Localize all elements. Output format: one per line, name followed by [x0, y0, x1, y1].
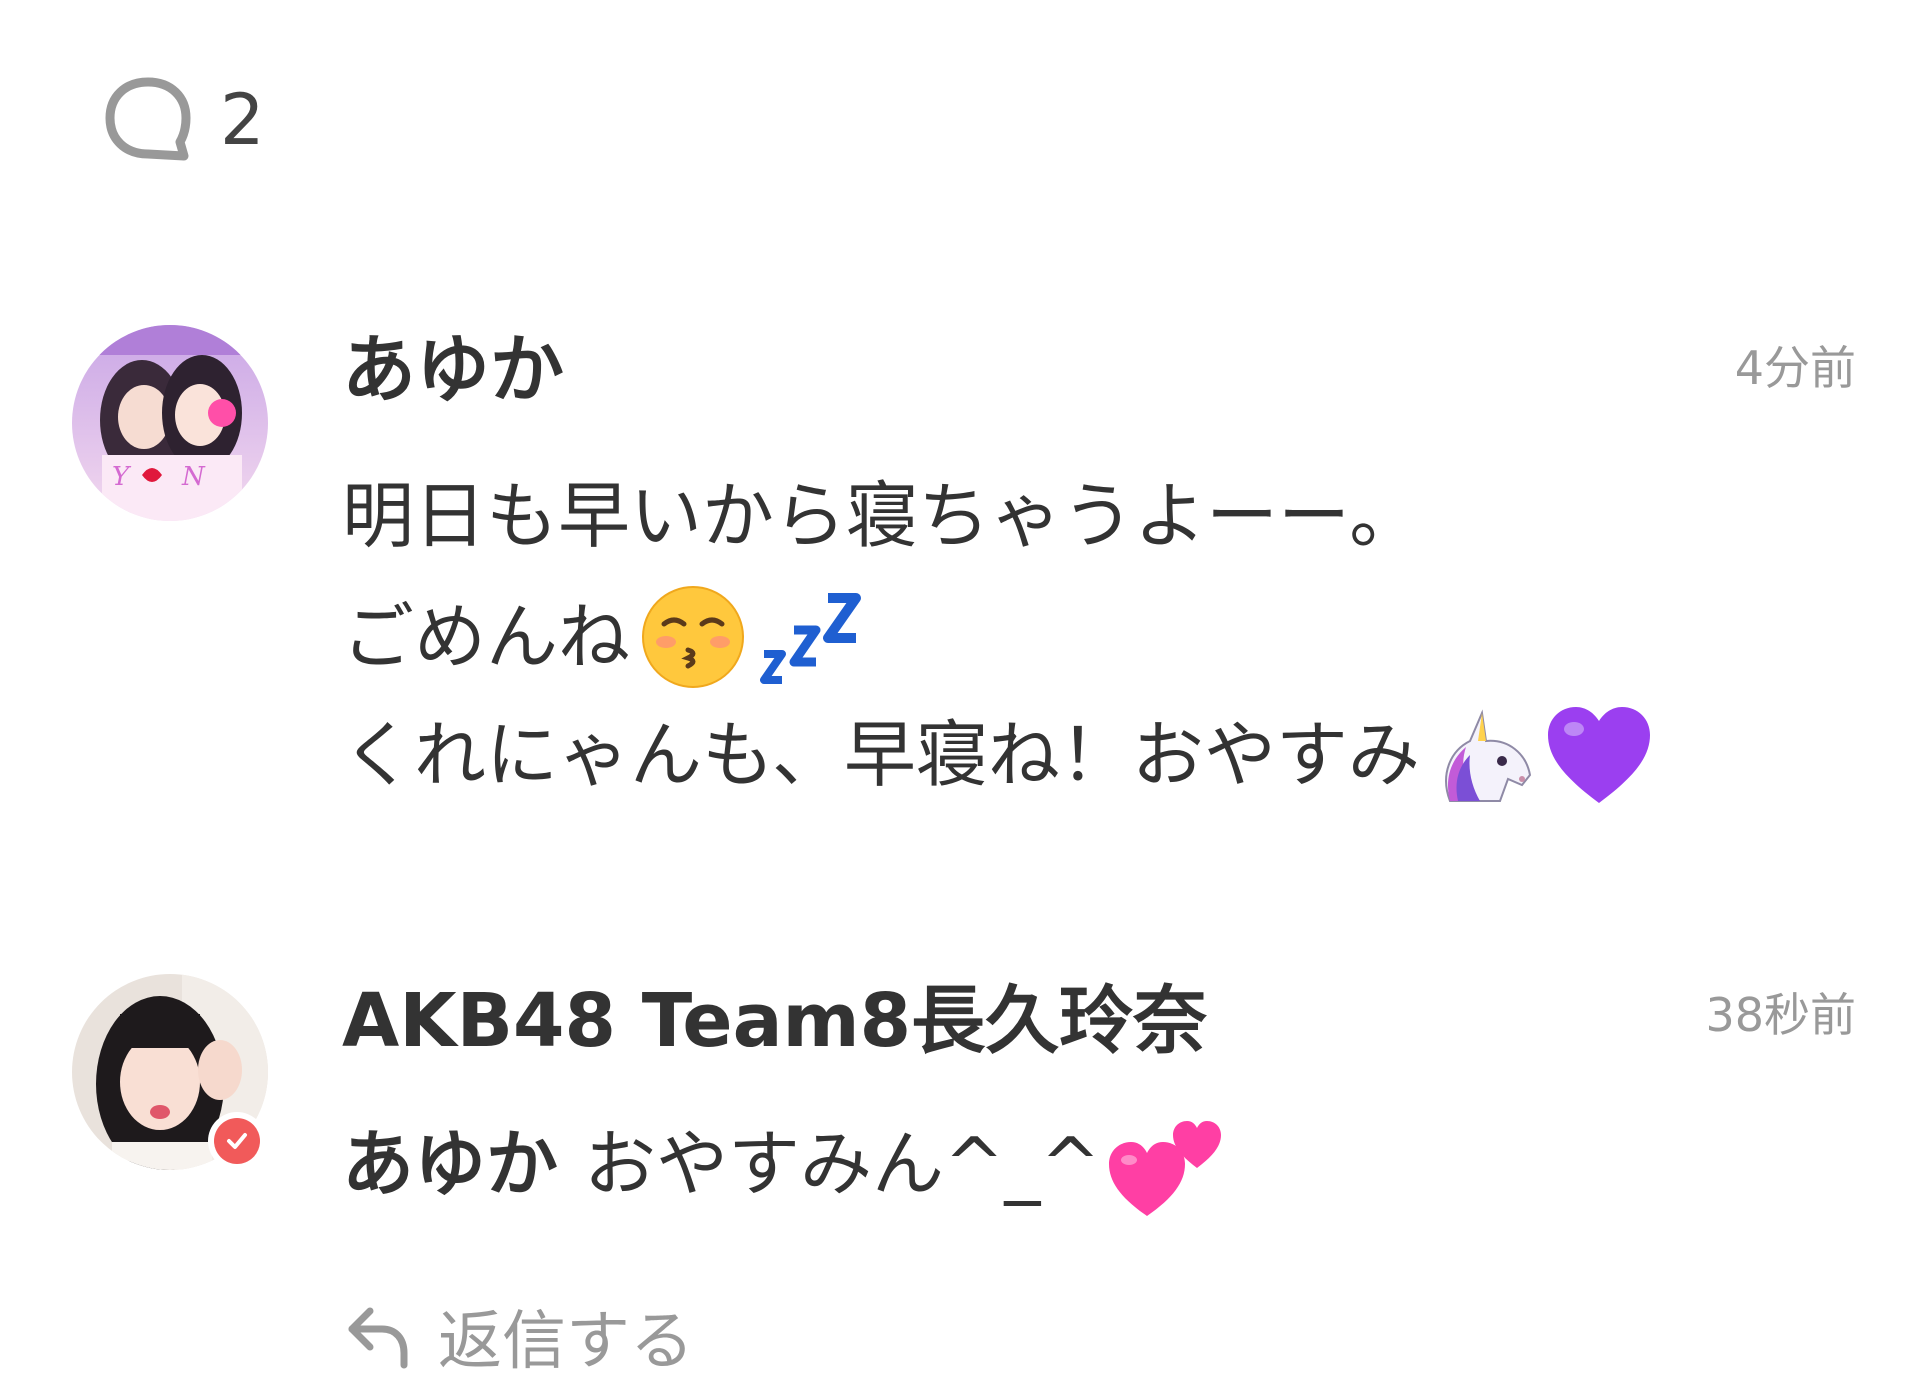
reply-label: 返信する [438, 1305, 694, 1379]
avatar[interactable]: Y N [72, 325, 268, 521]
check-icon [214, 1118, 260, 1164]
comment-text: おやすみん^_^ [584, 1122, 1101, 1206]
unicorn-emoji [1445, 709, 1531, 802]
comment-text: くれにゃんも、早寝ね！おやすみ [342, 713, 1420, 797]
speech-bubble-icon [105, 77, 191, 161]
mention-link[interactable]: あゆか [342, 1128, 558, 1200]
verified-badge [208, 1112, 266, 1170]
comment-text: ごめんね [342, 595, 631, 679]
comment-text: 明日も早いから寝ちゃうよーー。 [342, 474, 1422, 558]
zzz-emoji [760, 593, 862, 684]
reply-arrow-icon [348, 1307, 408, 1369]
svg-text:Y: Y [112, 462, 132, 492]
purple-heart-emoji [1547, 707, 1650, 803]
comment-text-line: くれにゃんも、早寝ね！おやすみ [342, 700, 1654, 810]
comment-author[interactable]: あゆか [342, 333, 564, 407]
comment-timestamp: 38秒前 [1705, 988, 1856, 1042]
comment-author[interactable]: AKB48 Team8長久玲奈 [342, 984, 1207, 1058]
reply-button[interactable]: 返信する [342, 1290, 694, 1382]
svg-text:N: N [181, 462, 206, 492]
comment-text-line: 明日も早いから寝ちゃうよーー。 [342, 480, 1421, 552]
kissing-face-emoji [642, 586, 745, 688]
comment-text-line: ごめんね [342, 582, 868, 692]
comment-count-number: 2 [220, 79, 265, 161]
two-hearts-emoji [1108, 1121, 1221, 1216]
comment-timestamp: 4分前 [1734, 341, 1856, 395]
comment-count[interactable]: 2 [98, 70, 265, 170]
comment-text-line: あゆか おやすみん^_^ [342, 1104, 1225, 1224]
